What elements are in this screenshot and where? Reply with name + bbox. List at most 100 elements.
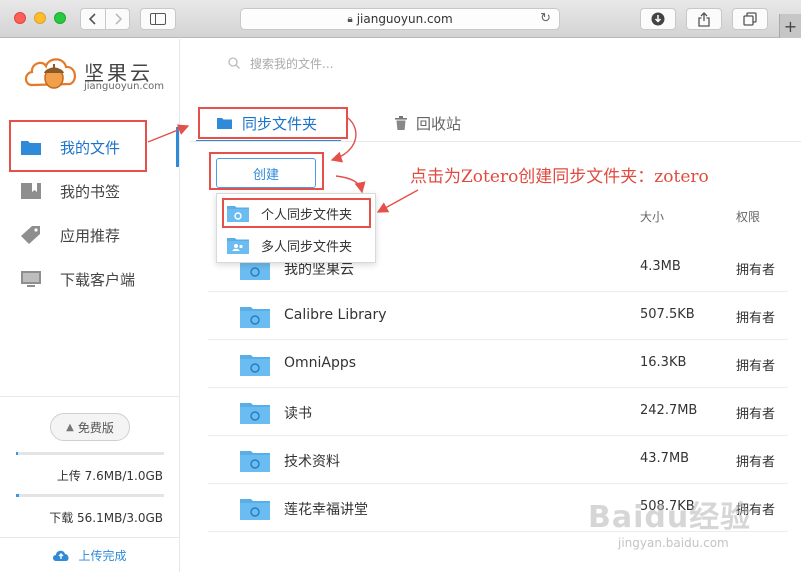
address-bar[interactable]: 🔒︎ jianguoyun.com ↻ — [240, 8, 560, 30]
file-permission: 拥有者 — [736, 311, 776, 326]
folder-icon — [21, 141, 41, 155]
plan-label: 免费版 — [77, 420, 114, 435]
column-header-size[interactable]: 大小 — [640, 208, 664, 225]
table-row[interactable]: 莲花幸福讲堂 508.7KB 拥有者 — [208, 484, 788, 532]
file-size: 16.3KB — [640, 355, 687, 370]
file-name: 读书 — [284, 406, 312, 422]
menu-item-label: 多人同步文件夹 — [261, 239, 353, 255]
file-name: 莲花幸福讲堂 — [284, 502, 368, 518]
tabs-icon — [743, 12, 757, 26]
file-name: 技术资料 — [284, 454, 340, 470]
sidebar-item-bookmarks[interactable]: 我的书签 — [0, 171, 179, 211]
file-permission: 拥有者 — [736, 407, 776, 422]
file-size: 508.7KB — [640, 499, 695, 514]
sidebar-item-download-client[interactable]: 下载客户端 — [0, 259, 179, 299]
logo-domain: jianguoyun.com — [84, 81, 164, 92]
file-permission: 拥有者 — [736, 503, 776, 518]
menu-item-personal-sync-folder[interactable]: 个人同步文件夹 — [217, 197, 375, 229]
tab-label: 回收站 — [416, 114, 462, 133]
share-button[interactable] — [686, 8, 722, 30]
upload-status-label: 上传完成 — [78, 549, 127, 563]
column-header-permission[interactable]: 权限 — [736, 208, 760, 225]
back-button[interactable] — [81, 9, 105, 29]
sync-folder-icon — [240, 307, 270, 328]
sidebar-icon — [150, 13, 166, 25]
new-tab-button[interactable]: + — [779, 14, 801, 38]
sync-folder-icon — [227, 206, 249, 222]
menu-item-shared-sync-folder[interactable]: 多人同步文件夹 — [217, 229, 375, 261]
upload-quota-bar — [16, 452, 164, 455]
create-button[interactable]: 创建 — [216, 158, 316, 188]
tabs-divider — [190, 141, 801, 142]
close-window-button[interactable] — [14, 12, 26, 24]
sidebar-item-label: 我的书签 — [60, 182, 121, 201]
table-row[interactable]: Calibre Library 507.5KB 拥有者 — [208, 292, 788, 340]
sidebar-item-label: 我的文件 — [60, 138, 121, 157]
table-row[interactable]: 读书 242.7MB 拥有者 — [208, 388, 788, 436]
lock-icon: 🔒︎ — [347, 13, 353, 25]
plan-badge-button[interactable]: ▲ 免费版 — [50, 413, 130, 441]
logo[interactable]: 坚果云 jianguoyun.com — [24, 51, 164, 101]
nut-logo-icon — [24, 58, 76, 89]
monitor-icon — [21, 271, 41, 287]
upload-quota-text: 上传 7.6MB/1.0GB — [56, 469, 163, 483]
tab-sync-folders[interactable]: 同步文件夹 — [195, 106, 342, 142]
tag-icon — [21, 226, 40, 244]
downloads-button[interactable] — [640, 8, 676, 30]
search-icon — [228, 57, 240, 69]
trash-icon — [395, 116, 407, 130]
upload-status[interactable]: 上传完成 — [0, 537, 179, 572]
quota-panel: ▲ 免费版 上传 7.6MB/1.0GB 下载 56.1MB/3.0GB 上传完… — [0, 396, 179, 572]
chevron-right-icon — [114, 13, 122, 25]
table-row[interactable]: 技术资料 43.7MB 拥有者 — [208, 436, 788, 484]
tabs-overview-button[interactable] — [732, 8, 768, 30]
url-text: jianguoyun.com — [356, 12, 453, 26]
sidebar-item-label: 应用推荐 — [60, 226, 121, 245]
zoom-window-button[interactable] — [54, 12, 66, 24]
sidebar: 坚果云 jianguoyun.com 我的文件 我的书签 应用推荐 下载客户端 … — [0, 39, 180, 572]
history-nav — [80, 8, 130, 30]
tab-recycle-bin[interactable]: 回收站 — [395, 106, 461, 140]
create-dropdown-menu: 个人同步文件夹 多人同步文件夹 — [216, 193, 376, 263]
bookmark-icon — [21, 183, 41, 199]
sidebar-item-label: 下载客户端 — [60, 270, 136, 289]
sidebar-item-my-files[interactable]: 我的文件 — [0, 127, 179, 167]
arrow-from-text — [376, 189, 419, 213]
file-size: 4.3MB — [640, 259, 681, 274]
download-quota-bar — [16, 494, 164, 497]
download-icon — [651, 12, 665, 26]
shared-folder-icon — [227, 238, 249, 254]
sync-folder-icon — [240, 451, 270, 472]
user-icon: ▲ — [66, 421, 74, 433]
search-input[interactable]: 搜索我的文件... — [250, 55, 333, 72]
cloud-upload-icon — [53, 550, 70, 561]
file-permission: 拥有者 — [736, 263, 776, 278]
download-quota-fill — [16, 494, 19, 497]
sidebar-item-apps[interactable]: 应用推荐 — [0, 215, 179, 255]
arrow-to-create — [330, 117, 357, 163]
file-name: OmniApps — [284, 355, 357, 371]
watermark-sub: jingyan.baidu.com — [618, 536, 729, 550]
file-size: 507.5KB — [640, 307, 695, 322]
file-size: 43.7MB — [640, 451, 690, 466]
file-permission: 拥有者 — [736, 359, 776, 374]
file-permission: 拥有者 — [736, 455, 776, 470]
table-row[interactable]: OmniApps 16.3KB 拥有者 — [208, 340, 788, 388]
folder-icon — [217, 118, 232, 129]
share-icon — [698, 11, 710, 27]
arrow-to-menu — [335, 175, 366, 194]
forward-button[interactable] — [105, 9, 129, 29]
annotation-instruction: 点击为Zotero创建同步文件夹：zotero — [410, 167, 709, 187]
sync-folder-icon — [240, 499, 270, 520]
menu-item-label: 个人同步文件夹 — [261, 207, 353, 223]
upload-quota-fill — [16, 452, 19, 455]
minimize-window-button[interactable] — [34, 12, 46, 24]
file-name: Calibre Library — [284, 307, 387, 323]
download-quota-text: 下载 56.1MB/3.0GB — [49, 511, 163, 525]
sync-folder-icon — [240, 403, 270, 424]
tab-label: 同步文件夹 — [242, 114, 318, 133]
search-bar[interactable]: 搜索我的文件... — [228, 52, 628, 74]
sync-folder-icon — [240, 355, 270, 376]
sidebar-toggle-button[interactable] — [140, 8, 176, 30]
reload-icon[interactable]: ↻ — [540, 11, 551, 26]
